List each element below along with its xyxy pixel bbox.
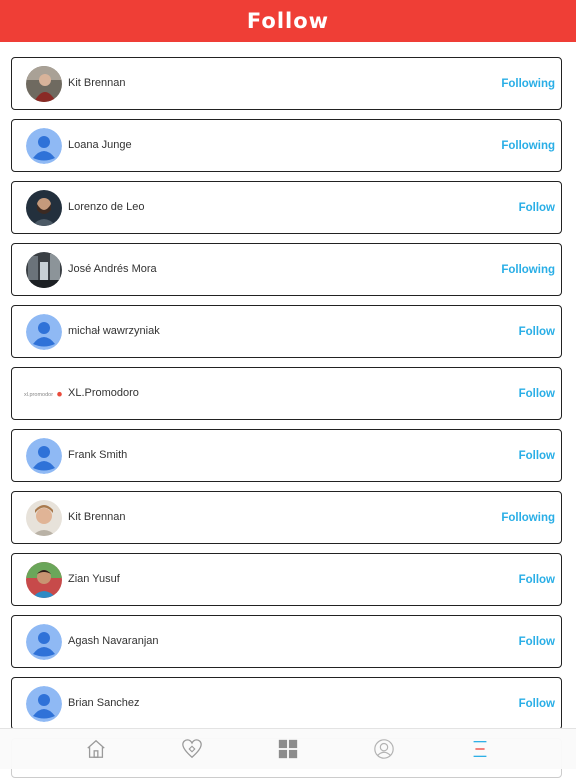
tab-bar [0,728,576,769]
user-avatar[interactable] [26,190,62,226]
default-person-icon[interactable] [26,624,62,660]
list-item[interactable]: Frank Smith Follow [11,429,562,482]
profile-icon [373,739,394,759]
user-name[interactable]: Brian Sanchez [68,678,140,728]
following-button[interactable]: Following [501,492,555,543]
user-name[interactable]: Frank Smith [68,430,127,481]
follow-button[interactable]: Follow [519,182,555,233]
user-name[interactable]: Lorenzo de Leo [68,182,144,233]
list-item[interactable]: Loana Junge Following [11,119,562,172]
list-item[interactable]: José Andrés Mora Following [11,243,562,296]
follow-button[interactable]: Follow [519,368,555,419]
user-avatar[interactable] [26,562,62,598]
tab-menu[interactable] [422,729,537,769]
follow-button[interactable]: Follow [519,430,555,481]
user-name[interactable]: Kit Brennan [68,492,125,543]
list-item[interactable]: Kit Brennan Following [11,491,562,544]
home-icon [86,739,105,758]
follow-button[interactable]: Follow [519,554,555,605]
promodoro-logo[interactable]: xl.promodor [24,376,64,412]
grid-icon [278,739,297,759]
user-avatar[interactable] [26,500,62,536]
default-person-icon[interactable] [26,438,62,474]
user-name[interactable]: Zian Yusuf [68,554,120,605]
user-name[interactable]: Kit Brennan [68,58,125,109]
follow-button[interactable]: Follow [519,306,555,357]
svg-text:xl.promodor: xl.promodor [24,392,53,398]
menu-icon [473,741,486,757]
user-name[interactable]: Loana Junge [68,120,132,171]
default-person-icon[interactable] [26,128,62,164]
user-name[interactable]: Agash Navaranjan [68,616,159,667]
list-item[interactable]: Brian Sanchez Follow [11,677,562,728]
user-name[interactable]: michał wawrzyniak [68,306,160,357]
user-avatar[interactable] [26,252,62,288]
following-button[interactable]: Following [501,244,555,295]
list-item[interactable]: xl.promodor XL.Promodoro Follow [11,367,562,420]
user-list[interactable]: Kit Brennan Following Loana Junge Follow… [0,42,576,728]
default-person-icon[interactable] [26,314,62,350]
list-item[interactable]: Zian Yusuf Follow [11,553,562,606]
list-item[interactable]: michał wawrzyniak Follow [11,305,562,358]
follow-button[interactable]: Follow [519,678,555,728]
header-bar: Follow [0,0,576,42]
default-person-icon[interactable] [26,686,62,722]
list-item[interactable]: Kit Brennan Following [11,57,562,110]
following-button[interactable]: Following [501,58,555,109]
heart-icon [181,739,202,759]
following-button[interactable]: Following [501,120,555,171]
user-name[interactable]: XL.Promodoro [68,368,139,419]
user-avatar[interactable] [26,66,62,102]
follow-button[interactable]: Follow [519,616,555,667]
list-item[interactable]: Agash Navaranjan Follow [11,615,562,668]
page-title: Follow [246,9,330,33]
list-item[interactable]: Lorenzo de Leo Follow [11,181,562,234]
user-name[interactable]: José Andrés Mora [68,244,157,295]
